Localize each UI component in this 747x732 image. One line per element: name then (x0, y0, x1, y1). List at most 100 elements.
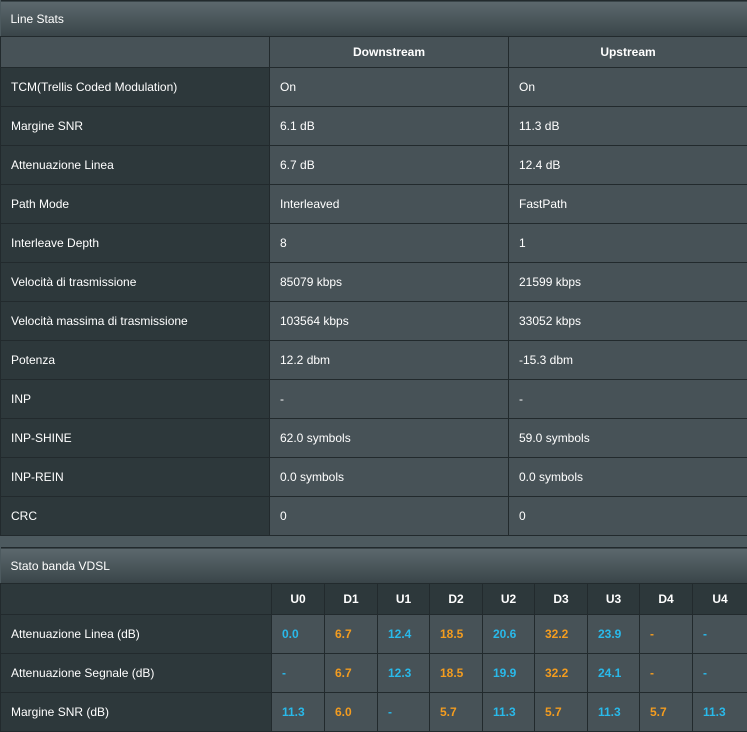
band-value-d4: - (639, 653, 693, 693)
band-value-d3: 32.2 (534, 614, 588, 654)
upstream-value: - (508, 379, 747, 419)
upstream-value: 11.3 dB (508, 106, 747, 146)
band-value-u0: 0.0 (271, 614, 325, 654)
row-label: CRC (0, 496, 270, 536)
table-row: Velocità di trasmissione 85079 kbps 2159… (0, 262, 747, 302)
row-label: Velocità di trasmissione (0, 262, 270, 302)
row-label: Attenuazione Linea (dB) (0, 614, 272, 654)
downstream-value: 0.0 symbols (269, 457, 509, 497)
line-stats-table: Line Stats Downstream Upstream TCM(Trell… (0, 0, 747, 536)
band-value-u1: 12.4 (377, 614, 430, 654)
downstream-header: Downstream (269, 36, 509, 68)
band-value-d3: 5.7 (534, 692, 588, 732)
table-row: Attenuazione Segnale (dB) - 6.7 12.3 18.… (0, 653, 747, 693)
downstream-value: 103564 kbps (269, 301, 509, 341)
row-label: INP (0, 379, 270, 419)
band-value-d3: 32.2 (534, 653, 588, 693)
upstream-value: 33052 kbps (508, 301, 747, 341)
band-value-d1: 6.0 (324, 692, 378, 732)
band-value-d4: 5.7 (639, 692, 693, 732)
row-label: Attenuazione Segnale (dB) (0, 653, 272, 693)
row-label: Interleave Depth (0, 223, 270, 263)
band-header-u4: U4 (691, 583, 747, 615)
band-value-u4: 11.3 (691, 692, 747, 732)
table-row: Margine SNR (dB) 11.3 6.0 - 5.7 11.3 5.7… (0, 692, 747, 732)
row-label: Margine SNR (0, 106, 270, 146)
downstream-value: 62.0 symbols (269, 418, 509, 458)
band-value-u0: 11.3 (271, 692, 325, 732)
upstream-value: 0.0 symbols (508, 457, 747, 497)
upstream-value: 12.4 dB (508, 145, 747, 185)
band-value-u1: - (377, 692, 430, 732)
band-value-u4: - (691, 653, 747, 693)
row-label: Margine SNR (dB) (0, 692, 272, 732)
band-header-d1: D1 (324, 583, 378, 615)
band-value-u4: - (691, 614, 747, 654)
table-row: Interleave Depth 8 1 (0, 223, 747, 263)
row-label: INP-SHINE (0, 418, 270, 458)
upstream-value: 0 (508, 496, 747, 536)
band-value-u2: 11.3 (482, 692, 535, 732)
band-value-u2: 20.6 (482, 614, 535, 654)
table-row: INP-SHINE 62.0 symbols 59.0 symbols (0, 418, 747, 458)
upstream-value: FastPath (508, 184, 747, 224)
downstream-value: Interleaved (269, 184, 509, 224)
band-value-d1: 6.7 (324, 653, 378, 693)
line-stats-col-blank (0, 36, 270, 68)
table-row: Potenza 12.2 dbm -15.3 dbm (0, 340, 747, 380)
vdsl-band-column-headers: U0 D1 U1 D2 U2 D3 U3 D4 U4 (0, 583, 747, 615)
table-row: Attenuazione Linea (dB) 0.0 6.7 12.4 18.… (0, 614, 747, 654)
upstream-value: 1 (508, 223, 747, 263)
band-header-u0: U0 (271, 583, 325, 615)
row-label: Velocità massima di trasmissione (0, 301, 270, 341)
row-label: INP-REIN (0, 457, 270, 497)
table-row: CRC 0 0 (0, 496, 747, 536)
downstream-value: 8 (269, 223, 509, 263)
band-header-d3: D3 (534, 583, 588, 615)
band-value-d1: 6.7 (324, 614, 378, 654)
band-header-u3: U3 (587, 583, 640, 615)
table-row: Velocità massima di trasmissione 103564 … (0, 301, 747, 341)
band-header-u1: U1 (377, 583, 430, 615)
upstream-value: On (508, 67, 747, 107)
vdsl-band-table: Stato banda VDSL U0 D1 U1 D2 U2 D3 U3 D4… (0, 547, 747, 732)
band-value-u1: 12.3 (377, 653, 430, 693)
band-value-d2: 18.5 (429, 653, 483, 693)
downstream-value: 12.2 dbm (269, 340, 509, 380)
band-value-u2: 19.9 (482, 653, 535, 693)
band-value-u3: 23.9 (587, 614, 640, 654)
row-label: Potenza (0, 340, 270, 380)
downstream-value: 85079 kbps (269, 262, 509, 302)
band-value-d4: - (639, 614, 693, 654)
band-value-d2: 18.5 (429, 614, 483, 654)
band-value-d2: 5.7 (429, 692, 483, 732)
line-stats-title: Line Stats (0, 0, 747, 37)
table-row: Attenuazione Linea 6.7 dB 12.4 dB (0, 145, 747, 185)
downstream-value: 6.7 dB (269, 145, 509, 185)
downstream-value: 6.1 dB (269, 106, 509, 146)
vdsl-band-header: Stato banda VDSL (0, 547, 747, 584)
band-value-u3: 24.1 (587, 653, 640, 693)
vdsl-band-title: Stato banda VDSL (0, 547, 747, 584)
row-label: Attenuazione Linea (0, 145, 270, 185)
table-row: INP-REIN 0.0 symbols 0.0 symbols (0, 457, 747, 497)
downstream-value: - (269, 379, 509, 419)
band-header-u2: U2 (482, 583, 535, 615)
line-stats-column-headers: Downstream Upstream (0, 36, 747, 68)
downstream-value: 0 (269, 496, 509, 536)
table-row: TCM(Trellis Coded Modulation) On On (0, 67, 747, 107)
downstream-value: On (269, 67, 509, 107)
table-row: Margine SNR 6.1 dB 11.3 dB (0, 106, 747, 146)
table-row: Path Mode Interleaved FastPath (0, 184, 747, 224)
band-value-u3: 11.3 (587, 692, 640, 732)
band-header-d4: D4 (639, 583, 693, 615)
band-header-d2: D2 (429, 583, 483, 615)
vdsl-col-blank (0, 583, 272, 615)
table-row: INP - - (0, 379, 747, 419)
row-label: Path Mode (0, 184, 270, 224)
line-stats-header: Line Stats (0, 0, 747, 37)
band-value-u0: - (271, 653, 325, 693)
upstream-value: -15.3 dbm (508, 340, 747, 380)
row-label: TCM(Trellis Coded Modulation) (0, 67, 270, 107)
upstream-value: 59.0 symbols (508, 418, 747, 458)
